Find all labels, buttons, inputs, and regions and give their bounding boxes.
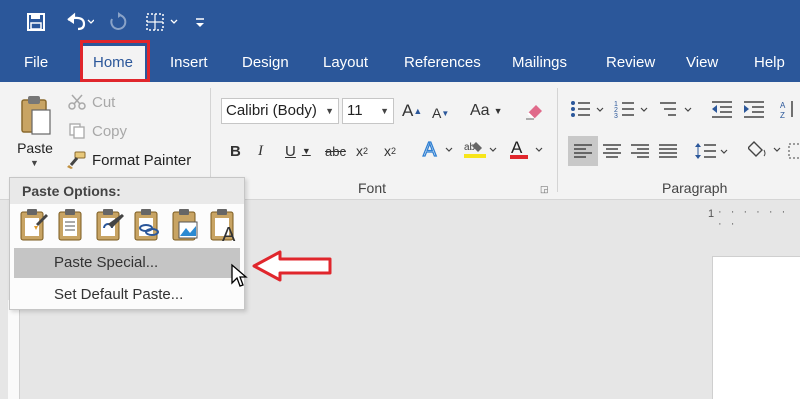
- superscript-button[interactable]: x2: [384, 140, 396, 162]
- font-size-select[interactable]: 11 ▼: [342, 98, 394, 124]
- tab-help[interactable]: Help: [754, 44, 785, 82]
- svg-text:A: A: [423, 139, 437, 160]
- save-icon[interactable]: [24, 10, 48, 34]
- tab-review[interactable]: Review: [606, 44, 655, 82]
- paste-options-header: Paste Options:: [10, 178, 244, 204]
- clipboard-icon: [20, 94, 51, 135]
- underline-button[interactable]: U ▼: [285, 140, 311, 162]
- keep-source-formatting-icon[interactable]: [18, 208, 50, 242]
- font-size-value: 11: [347, 102, 363, 119]
- link-and-keep-formatting-icon[interactable]: [132, 208, 164, 242]
- tab-design[interactable]: Design: [242, 44, 289, 82]
- sort-button[interactable]: AZ: [780, 98, 798, 120]
- tab-layout[interactable]: Layout: [323, 44, 368, 82]
- font-color-button[interactable]: A: [508, 138, 548, 160]
- table-icon[interactable]: [144, 10, 182, 34]
- cut-label: Cut: [92, 93, 116, 111]
- svg-text:Z: Z: [780, 111, 785, 119]
- scissors-icon: [66, 93, 88, 111]
- format-painter-button[interactable]: Format Painter: [66, 148, 191, 172]
- svg-text:A: A: [222, 224, 236, 242]
- format-painter-label: Format Painter: [92, 151, 192, 169]
- quick-access-toolbar: [0, 0, 800, 44]
- font-separator: [557, 88, 558, 192]
- cut-button[interactable]: Cut: [66, 90, 115, 114]
- picture-icon[interactable]: [170, 208, 202, 242]
- paste-options-row: A: [18, 208, 240, 246]
- ruler-ticks: · · · · · · · ·: [718, 206, 789, 230]
- svg-text:A: A: [780, 101, 786, 110]
- shading-button[interactable]: [748, 138, 784, 160]
- clear-formatting-icon[interactable]: [524, 100, 544, 122]
- copy-label: Copy: [92, 122, 128, 140]
- strikethrough-button[interactable]: abc: [325, 140, 346, 162]
- use-destination-styles-icon[interactable]: [94, 208, 126, 242]
- tab-references[interactable]: References: [404, 44, 481, 82]
- tab-view[interactable]: View: [686, 44, 718, 82]
- align-left-button[interactable]: [568, 136, 598, 166]
- svg-text:3: 3: [614, 113, 618, 119]
- ribbon-tabs: File Home Insert Design Layout Reference…: [0, 44, 800, 82]
- vertical-ruler: [8, 300, 20, 399]
- paste-special-menu-item[interactable]: Paste Special...: [14, 248, 240, 278]
- increase-indent-button[interactable]: [742, 98, 766, 120]
- borders-button[interactable]: [788, 140, 800, 162]
- tab-insert[interactable]: Insert: [170, 44, 208, 82]
- decrease-indent-button[interactable]: [710, 98, 734, 120]
- tab-mailings[interactable]: Mailings: [512, 44, 567, 82]
- highlight-color-button[interactable]: ab: [462, 138, 502, 160]
- shrink-font-button[interactable]: A ▼: [432, 102, 449, 124]
- grow-font-button[interactable]: A ▲: [402, 100, 422, 122]
- font-name-select[interactable]: Calibri (Body) ▼: [221, 98, 339, 124]
- align-right-button[interactable]: [630, 140, 650, 162]
- ruler-mark: 1: [708, 208, 715, 220]
- document-page[interactable]: [712, 256, 800, 399]
- tab-home[interactable]: Home: [81, 46, 146, 82]
- font-group-label: Font: [358, 180, 387, 196]
- undo-icon[interactable]: [62, 10, 96, 34]
- bullets-button[interactable]: [570, 98, 608, 120]
- paste-button[interactable]: Paste ▼: [8, 88, 62, 176]
- align-center-button[interactable]: [602, 140, 622, 162]
- numbering-button[interactable]: 123: [614, 98, 652, 120]
- chevron-down-icon: ▼: [380, 106, 389, 116]
- customize-icon[interactable]: [192, 10, 208, 34]
- paintbrush-icon: [66, 151, 88, 169]
- svg-text:A: A: [511, 138, 523, 157]
- bold-button[interactable]: B: [230, 140, 241, 162]
- mouse-pointer-icon: [230, 263, 248, 294]
- text-effects-button[interactable]: A: [422, 138, 458, 160]
- paste-options-menu: Paste Options: A Paste Special... Set De…: [9, 177, 245, 310]
- redo-icon[interactable]: [106, 10, 130, 34]
- font-name-value: Calibri (Body): [226, 102, 317, 119]
- set-default-paste-menu-item[interactable]: Set Default Paste...: [14, 280, 240, 310]
- justify-button[interactable]: [658, 140, 678, 162]
- paste-label: Paste: [17, 140, 53, 156]
- keep-text-only-icon[interactable]: A: [208, 208, 240, 246]
- tab-file[interactable]: File: [24, 44, 48, 82]
- paragraph-group-label: Paragraph: [662, 180, 728, 196]
- italic-button[interactable]: I: [258, 140, 263, 162]
- chevron-down-icon: ▼: [30, 158, 39, 168]
- multilevel-list-button[interactable]: [658, 98, 696, 120]
- horizontal-ruler: 1 · · · · · · · ·: [700, 204, 800, 230]
- change-case-button[interactable]: Aa ▼: [470, 100, 503, 122]
- line-spacing-button[interactable]: [694, 140, 730, 162]
- annotation-arrow-icon: [250, 249, 334, 288]
- font-dialog-launcher-icon[interactable]: ◲: [540, 184, 549, 195]
- copy-button[interactable]: Copy: [66, 119, 127, 143]
- subscript-button[interactable]: x2: [356, 140, 368, 162]
- copy-icon: [66, 122, 88, 140]
- merge-formatting-icon[interactable]: [56, 208, 88, 242]
- chevron-down-icon: ▼: [325, 106, 334, 116]
